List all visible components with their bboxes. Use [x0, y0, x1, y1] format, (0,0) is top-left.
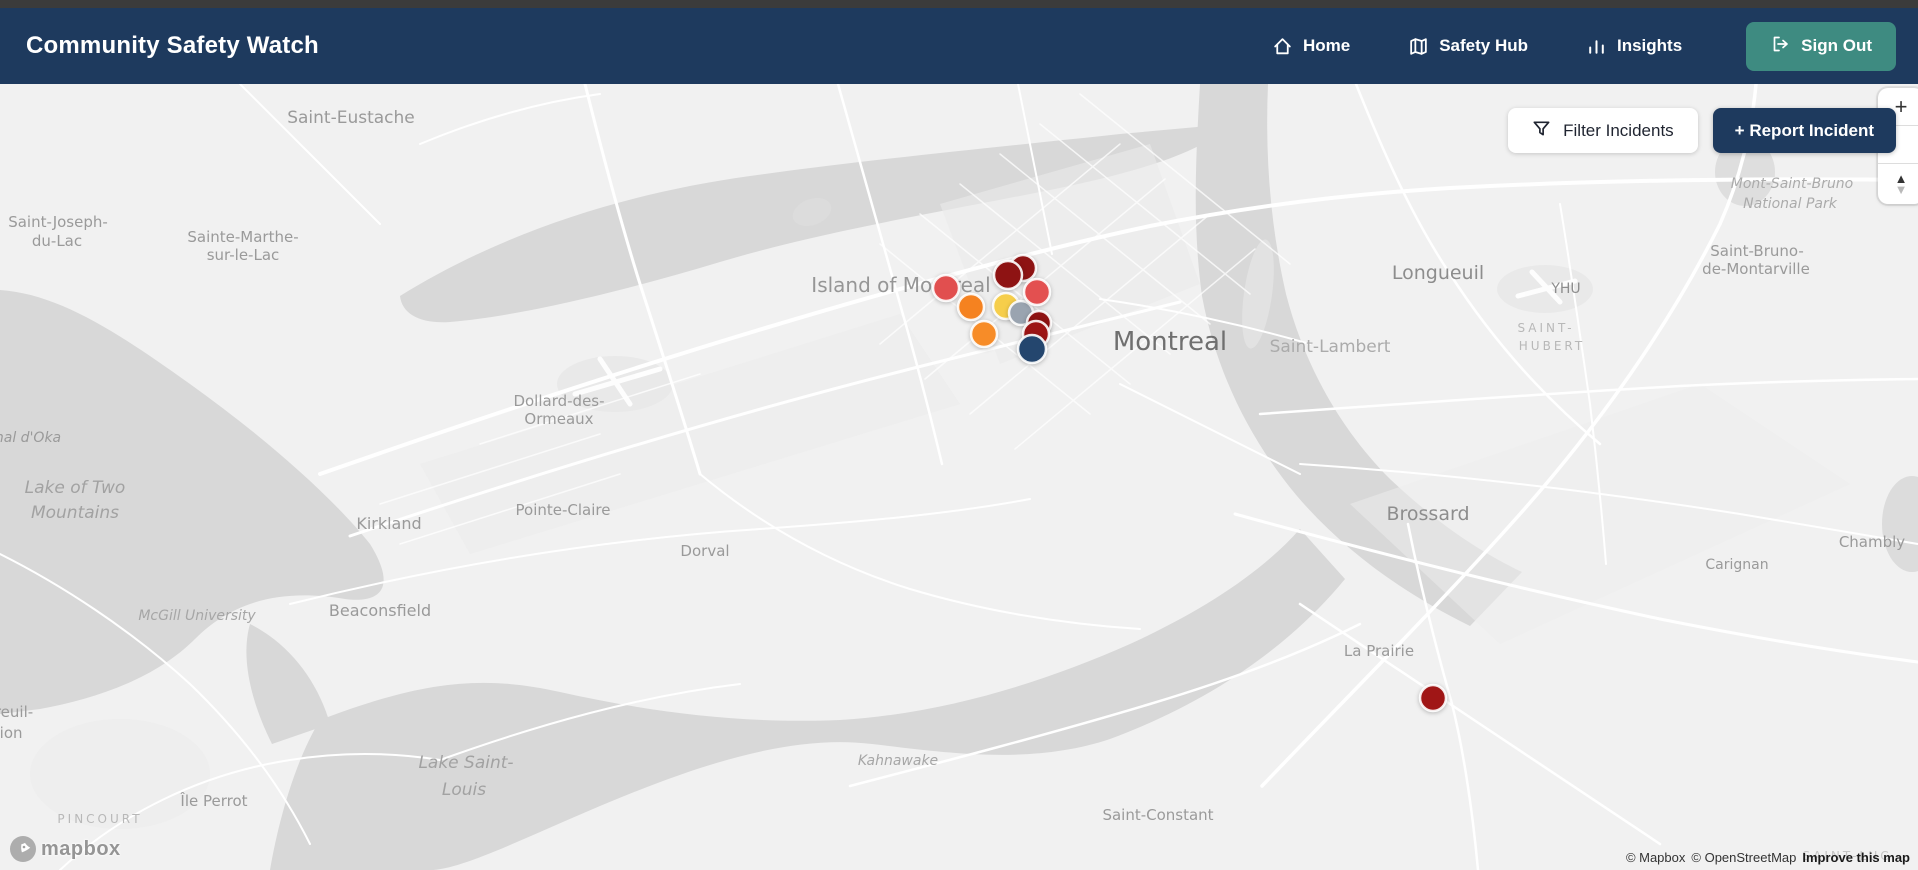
- mapbox-logo[interactable]: mapbox: [10, 836, 121, 862]
- map-place-label: Island of Montreal: [811, 273, 990, 297]
- attribution-osm-link[interactable]: © OpenStreetMap: [1691, 850, 1796, 865]
- map-container: Saint-Eustache Saint-Joseph-du-Lac Sainte-…: [0, 84, 1918, 870]
- map-place-label: SAINT-: [1517, 321, 1574, 335]
- nav-item-safety-hub[interactable]: Safety Hub: [1408, 36, 1528, 57]
- map-place-label: Brossard: [1386, 503, 1469, 525]
- map-canvas[interactable]: Saint-Eustache Saint-Joseph-du-Lac Sainte-…: [0, 84, 1918, 870]
- map-place-label: Ormeaux: [524, 410, 593, 428]
- map-place-label: Louis: [442, 780, 486, 800]
- map-place-label: sur-le-Lac: [207, 246, 280, 264]
- compass-button[interactable]: ▲ ▼: [1878, 164, 1918, 204]
- bar-chart-icon: [1586, 36, 1607, 57]
- nav-label: Home: [1302, 36, 1351, 55]
- map-place-label: McGill University: [138, 608, 256, 624]
- map-place-label: Saint-Constant: [1102, 806, 1213, 824]
- nav-label: Safety Hub: [1439, 36, 1528, 55]
- incident-marker[interactable]: [992, 259, 1024, 291]
- incident-marker[interactable]: [956, 292, 986, 322]
- map-place-label: National Park: [1743, 196, 1838, 212]
- map-place-label: Saint-Joseph-: [8, 213, 108, 231]
- nav-label: Insights: [1617, 36, 1683, 55]
- map-place-label: YHU: [1550, 281, 1580, 297]
- incident-marker[interactable]: [931, 273, 961, 303]
- map-place-label: Lake Saint-: [418, 753, 513, 773]
- nav-item-insights[interactable]: Insights: [1586, 36, 1682, 57]
- map-place-label: Pointe-Claire: [516, 501, 611, 519]
- map-place-label: Île Perrot: [179, 791, 247, 810]
- map-place-label: Carignan: [1705, 557, 1768, 573]
- map-attribution: © Mapbox © OpenStreetMap Improve this ma…: [1626, 850, 1910, 865]
- map-place-label: du-Lac: [32, 232, 82, 250]
- header-nav: Home Safety Hub Insights Sign Out: [1272, 21, 1896, 71]
- compass-down-icon: ▼: [1894, 182, 1908, 197]
- map-place-label: nal d'Oka: [0, 430, 61, 446]
- map-place-label: de-Montarville: [1702, 260, 1810, 278]
- map-place-label: Beaconsfield: [329, 601, 431, 620]
- incident-marker[interactable]: [1418, 683, 1448, 713]
- map-place-label: Dollard-des-: [513, 392, 604, 410]
- home-icon: [1272, 36, 1293, 57]
- sign-out-label: Sign Out: [1801, 36, 1872, 55]
- map-place-label: PINCOURT: [57, 812, 142, 826]
- app-title: Community Safety Watch: [26, 32, 319, 59]
- sign-out-icon: [1770, 34, 1790, 59]
- map-place-label: reuil-: [0, 703, 33, 721]
- map-place-label: Longueuil: [1392, 262, 1484, 284]
- mapbox-logo-text: mapbox: [41, 837, 121, 860]
- report-incident-button[interactable]: + Report Incident: [1712, 108, 1896, 153]
- improve-this-map-link[interactable]: Improve this map: [1802, 850, 1910, 865]
- nav-item-home[interactable]: Home: [1272, 36, 1350, 57]
- map-place-label: La Prairie: [1344, 642, 1414, 660]
- map-place-label: Dorval: [680, 542, 729, 560]
- map-place-label: Saint-Bruno-: [1710, 242, 1804, 260]
- browser-strip: [0, 0, 1918, 8]
- incident-marker[interactable]: [1016, 333, 1048, 365]
- map-toolbar: Filter Incidents + Report Incident: [1508, 108, 1896, 153]
- map-place-label: Mont-Saint-Bruno: [1731, 176, 1854, 192]
- map-place-label: rion: [0, 724, 23, 742]
- map-icon: [1408, 36, 1429, 57]
- map-place-label: Saint-Lambert: [1270, 337, 1391, 357]
- map-place-label: Saint-Eustache: [287, 108, 415, 128]
- sign-out-button[interactable]: Sign Out: [1746, 21, 1896, 71]
- attribution-mapbox-link[interactable]: © Mapbox: [1626, 850, 1685, 865]
- map-place-label: Montreal: [1113, 327, 1227, 357]
- map-place-label: Sainte-Marthe-: [187, 228, 298, 246]
- map-place-label: HUBERT: [1519, 339, 1585, 353]
- map-place-label: Lake of Two: [25, 478, 126, 498]
- filter-incidents-button[interactable]: Filter Incidents: [1508, 108, 1698, 153]
- mapbox-logo-icon: [10, 836, 36, 862]
- filter-label: Filter Incidents: [1563, 120, 1674, 140]
- incident-marker[interactable]: [1022, 277, 1052, 307]
- map-place-label: Kirkland: [356, 514, 421, 533]
- map-place-label: Kahnawake: [858, 753, 938, 769]
- map-place-label: Mountains: [31, 503, 119, 523]
- filter-icon: [1532, 119, 1551, 143]
- incident-marker[interactable]: [969, 319, 999, 349]
- app-header: Community Safety Watch Home Safety Hub I…: [0, 8, 1918, 84]
- map-place-label: Chambly: [1839, 533, 1905, 551]
